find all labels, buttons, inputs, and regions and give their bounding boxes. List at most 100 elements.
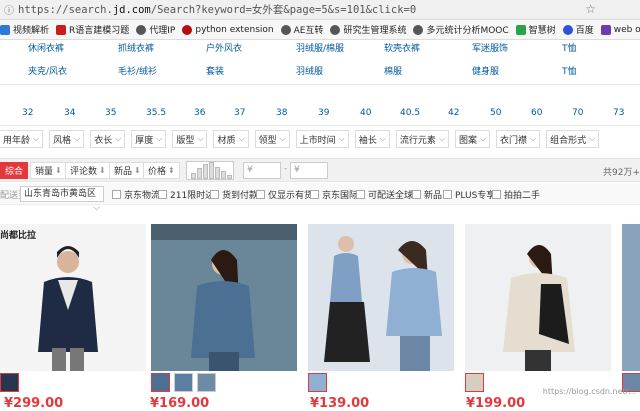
category-link[interactable]: T恤 [562,64,577,77]
attr-dropdown-length[interactable]: 衣长⌵ [90,130,125,148]
checkbox-icon[interactable] [443,190,452,199]
size-link[interactable]: 42 [448,108,459,118]
thumbnail[interactable] [0,373,19,392]
attr-dropdown-fit[interactable]: 版型⌵ [172,130,207,148]
bookmark-zhihuishu[interactable]: 智慧树 [516,23,556,36]
category-link[interactable]: 休闲衣裤 [28,41,64,54]
checkbox-icon[interactable] [356,190,365,199]
checkbox-icon[interactable] [310,190,319,199]
filter-new[interactable]: 新品 [412,188,442,201]
checkbox-icon[interactable] [256,190,265,199]
filter-in-stock[interactable]: 仅显示有货 [256,188,313,201]
attr-dropdown-trend[interactable]: 流行元素⌵ [396,130,449,148]
category-link[interactable]: 棉服 [384,64,402,77]
bookmark-star-icon[interactable]: ☆ [585,2,596,16]
location-select[interactable]: 山东青岛市黄岛区⌵ [20,186,104,202]
address-bar[interactable]: ⓘ https://search.jd.com/Search?keyword=女… [0,0,640,20]
price-max-input[interactable]: ¥ [290,162,328,179]
bookmark-proxy-ip[interactable]: 代理IP [136,23,175,36]
attr-dropdown-thickness[interactable]: 厚度⌵ [131,130,166,148]
bookmark-mooc[interactable]: 多元统计分析MOOC [413,23,508,36]
category-link[interactable]: 健身服 [472,64,499,77]
category-link[interactable]: 羽绒服/棉服 [296,41,344,54]
attr-dropdown-age[interactable]: 用年龄⌵ [0,130,43,148]
bookmark-ae[interactable]: AE互转 [281,23,324,36]
size-link[interactable]: 34 [64,108,75,118]
size-link[interactable]: 38 [276,108,287,118]
thumbnail[interactable] [197,373,216,392]
checkbox-icon[interactable] [210,190,219,199]
attr-dropdown-launch-time[interactable]: 上市时间⌵ [296,130,349,148]
product-image[interactable] [465,224,611,371]
product-image[interactable] [151,224,297,371]
sort-price-button[interactable]: 价格⬍ [143,162,180,179]
filter-jd-intl[interactable]: 京东国际 [310,188,358,201]
checkbox-icon[interactable] [492,190,501,199]
attr-dropdown-pattern[interactable]: 图案⌵ [455,130,490,148]
size-link[interactable]: 50 [490,108,501,118]
filter-211[interactable]: 211限时达 [158,188,214,201]
bookmark-baidu[interactable]: 百度 [563,23,594,36]
category-link[interactable]: 羽绒服 [296,64,323,77]
filter-cod[interactable]: 货到付款 [210,188,258,201]
size-link[interactable]: 32 [22,108,33,118]
sort-new-button[interactable]: 新品⬇ [109,162,146,179]
attr-dropdown-combo[interactable]: 组合形式⌵ [546,130,599,148]
bookmark-wos[interactable]: web of science [601,25,640,35]
filter-plus[interactable]: PLUS专享 [443,188,495,201]
arrow-down-icon: ⬇ [55,166,62,175]
category-link[interactable]: 夹克/风衣 [28,64,67,77]
category-link[interactable]: 军迷服饰 [472,41,508,54]
size-link[interactable]: 60 [531,108,542,118]
sort-sales-button[interactable]: 销量⬇ [30,162,67,179]
url-text[interactable]: https://search.jd.com/Search?keyword=女外套… [18,2,416,17]
size-link[interactable]: 73 [613,108,624,118]
thumbnail[interactable] [174,373,193,392]
bookmark-python-extension[interactable]: python extension [182,25,273,35]
sort-comprehensive-button[interactable]: 综合 [0,162,28,179]
product-image[interactable] [308,224,454,371]
bookmarks-bar: 视频解析 R语言建模习题 代理IP python extension AE互转 … [0,20,640,40]
category-link[interactable]: 软壳衣裤 [384,41,420,54]
thumbnail[interactable] [308,373,327,392]
attr-dropdown-material[interactable]: 材质⌵ [213,130,248,148]
thumbnail[interactable] [151,373,170,392]
video-icon [0,25,10,35]
category-link[interactable]: 套装 [206,64,224,77]
size-link[interactable]: 36 [194,108,205,118]
size-link[interactable]: 70 [572,108,583,118]
product-image[interactable]: 尚都比拉 [0,224,146,371]
attr-dropdown-placket[interactable]: 衣门襟⌵ [496,130,540,148]
category-link[interactable]: T恤 [562,41,577,54]
size-link[interactable]: 37 [234,108,245,118]
sort-reviews-button[interactable]: 评论数⬇ [65,162,111,179]
thumbnail[interactable] [465,373,484,392]
checkbox-icon[interactable] [158,190,167,199]
bookmark-r-exercises[interactable]: R语言建模习题 [56,23,129,36]
chevron-down-icon: ⌵ [380,134,386,144]
category-link[interactable]: 毛衫/绒衫 [118,64,157,77]
info-icon[interactable]: ⓘ [4,2,18,17]
size-link[interactable]: 40 [360,108,371,118]
category-link[interactable]: 抓绒衣裤 [118,41,154,54]
filter-global-ship[interactable]: 可配送全球 [356,188,413,201]
size-link[interactable]: 39 [318,108,329,118]
size-link[interactable]: 35 [105,108,116,118]
checkbox-icon[interactable] [412,190,421,199]
price-histogram[interactable] [186,161,234,180]
attr-dropdown-sleeve[interactable]: 袖长⌵ [355,130,390,148]
histogram-bar [191,173,196,179]
category-link[interactable]: 户外风衣 [206,41,242,54]
filter-second-hand[interactable]: 拍拍二手 [492,188,540,201]
attr-dropdown-style[interactable]: 风格⌵ [49,130,84,148]
checkbox-icon[interactable] [112,190,121,199]
result-count: 共92万+ [603,165,640,178]
attr-dropdown-collar[interactable]: 领型⌵ [255,130,290,148]
product-image[interactable] [622,224,640,371]
size-link[interactable]: 40.5 [400,108,420,118]
price-min-input[interactable]: ¥ [243,162,281,179]
size-link[interactable]: 35.5 [146,108,166,118]
bookmark-video-parse[interactable]: 视频解析 [0,23,49,36]
filter-jd-logistics[interactable]: 京东物流 [112,188,160,201]
bookmark-grad-system[interactable]: 研究生管理系统 [330,23,406,36]
